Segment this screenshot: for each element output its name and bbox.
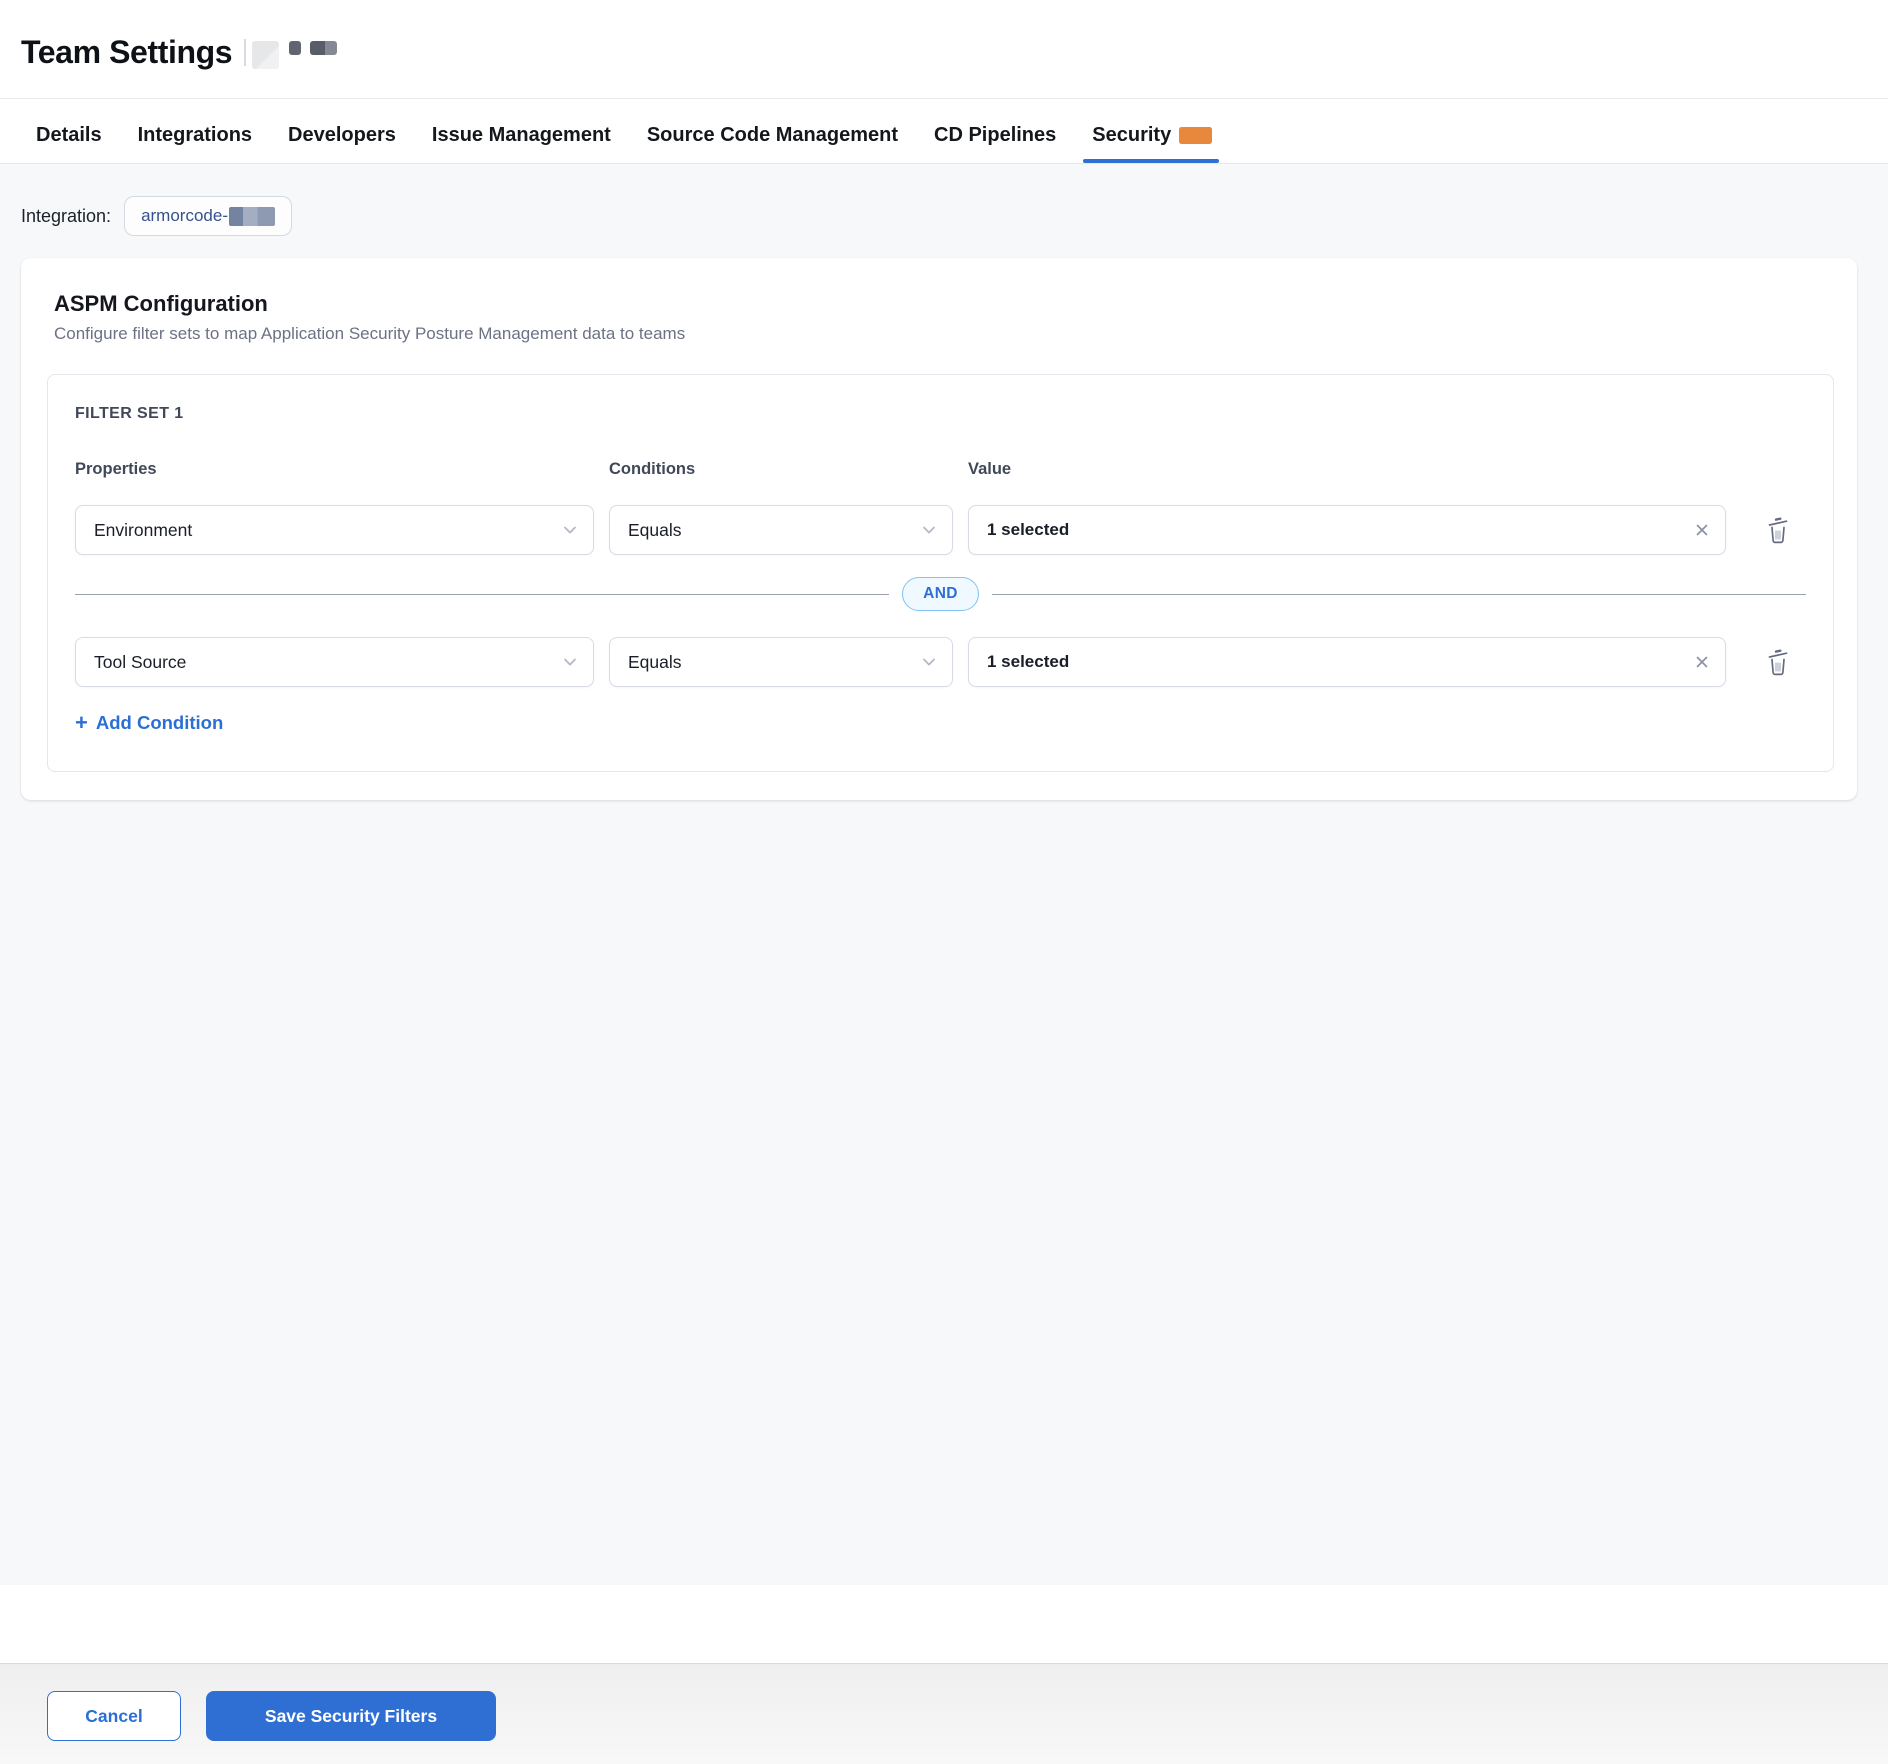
spacer (0, 1585, 1888, 1663)
redacted-team-name (310, 41, 337, 55)
trash-icon (1765, 647, 1791, 677)
x-clear-icon (1694, 522, 1710, 538)
value-select[interactable]: 1 selected (968, 505, 1726, 555)
delete-condition-button[interactable] (1763, 515, 1793, 545)
redacted-team-avatar (252, 41, 279, 69)
aspm-card-subtitle: Configure filter sets to map Application… (54, 324, 1834, 344)
aspm-configuration-card: ASPM Configuration Configure filter sets… (21, 258, 1857, 800)
filter-set-title: FILTER SET 1 (75, 405, 1806, 423)
chevron-down-icon (562, 654, 578, 670)
filter-set-1: FILTER SET 1 Properties Conditions Value… (47, 374, 1834, 772)
trash-icon (1765, 515, 1791, 545)
page-title: Team Settings (21, 34, 232, 71)
tab-bar: Details Integrations Developers Issue Ma… (0, 98, 1888, 164)
column-header-properties: Properties (75, 460, 594, 479)
tab-source-code-management[interactable]: Source Code Management (647, 107, 898, 163)
tab-cd-pipelines[interactable]: CD Pipelines (934, 107, 1056, 163)
chevron-down-icon (921, 522, 937, 538)
condition-select[interactable]: Equals (609, 505, 953, 555)
property-select[interactable]: Environment (75, 505, 594, 555)
integration-label: Integration: (21, 200, 111, 232)
page-header: Team Settings (0, 0, 1888, 98)
title-divider (244, 39, 246, 66)
save-security-filters-button[interactable]: Save Security Filters (206, 1691, 496, 1741)
security-tab-orange-badge (1179, 127, 1212, 144)
x-clear-icon (1694, 654, 1710, 670)
filter-row: Environment Equals 1 selected (75, 505, 1806, 555)
column-header-value: Value (968, 460, 1011, 479)
action-bar: Cancel Save Security Filters (0, 1663, 1888, 1764)
value-select[interactable]: 1 selected (968, 637, 1726, 687)
delete-condition-button[interactable] (1763, 647, 1793, 677)
chevron-down-icon (921, 654, 937, 670)
redacted-integration-suffix (229, 207, 275, 226)
integration-chip[interactable]: armorcode- (124, 196, 292, 236)
tab-security[interactable]: Security (1092, 107, 1212, 163)
tab-issue-management[interactable]: Issue Management (432, 107, 611, 163)
property-select[interactable]: Tool Source (75, 637, 594, 687)
filter-column-headers: Properties Conditions Value (75, 460, 1806, 479)
column-header-conditions: Conditions (609, 460, 953, 479)
divider-line (75, 594, 889, 595)
and-operator-pill: AND (902, 577, 979, 611)
plus-icon: + (75, 712, 88, 734)
chevron-down-icon (562, 522, 578, 538)
condition-select[interactable]: Equals (609, 637, 953, 687)
and-divider: AND (75, 577, 1806, 611)
clear-value-button[interactable] (1694, 654, 1710, 670)
content-area: Integration: armorcode- ASPM Configurati… (0, 164, 1888, 1585)
aspm-card-title: ASPM Configuration (54, 291, 1834, 317)
divider-line (992, 594, 1806, 595)
add-condition-button[interactable]: + Add Condition (75, 712, 223, 734)
redacted-team-name (289, 41, 301, 55)
cancel-button[interactable]: Cancel (47, 1691, 181, 1741)
integration-row: Integration: armorcode- (21, 164, 1868, 236)
tab-developers[interactable]: Developers (288, 107, 396, 163)
filter-row: Tool Source Equals 1 selected (75, 637, 1806, 687)
tab-integrations[interactable]: Integrations (138, 107, 252, 163)
clear-value-button[interactable] (1694, 522, 1710, 538)
integration-chip-text: armorcode- (141, 206, 228, 226)
tab-details[interactable]: Details (36, 107, 102, 163)
